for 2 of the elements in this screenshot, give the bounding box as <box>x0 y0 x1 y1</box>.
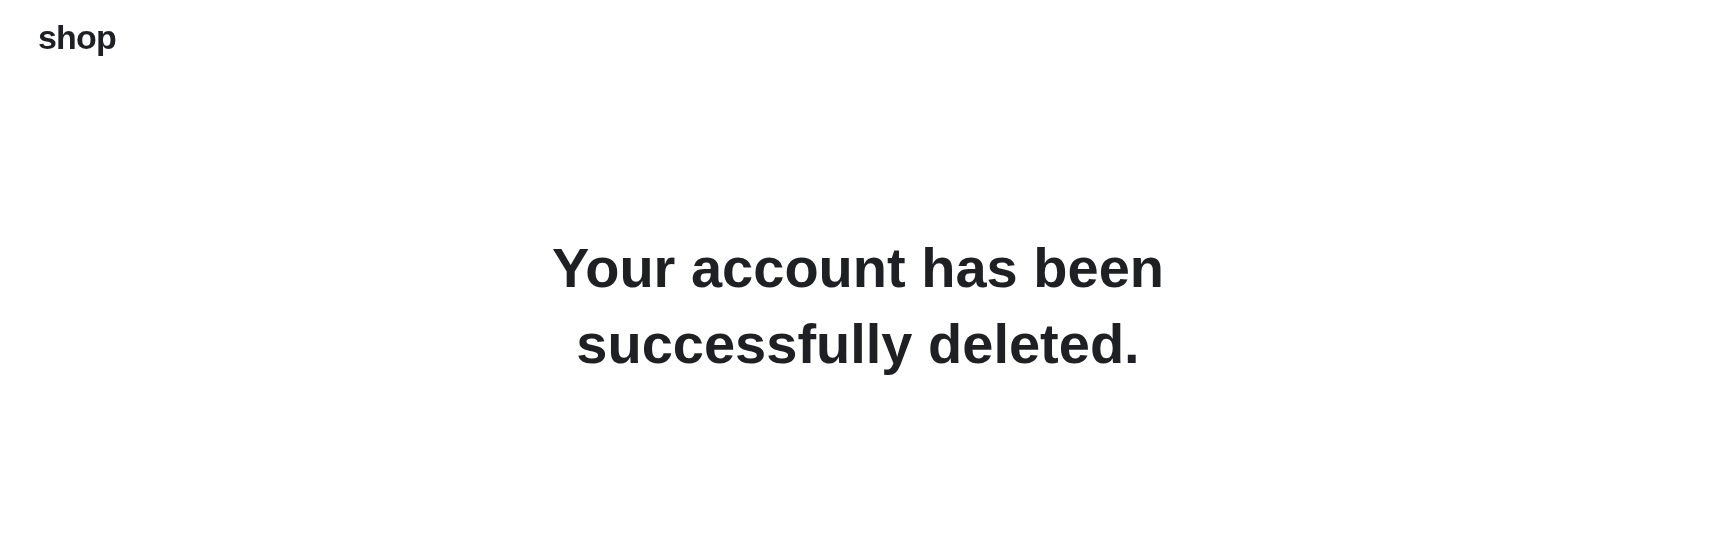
page-heading: Your account has been successfully deleted. <box>551 235 1165 377</box>
logo[interactable]: shop <box>38 18 116 56</box>
